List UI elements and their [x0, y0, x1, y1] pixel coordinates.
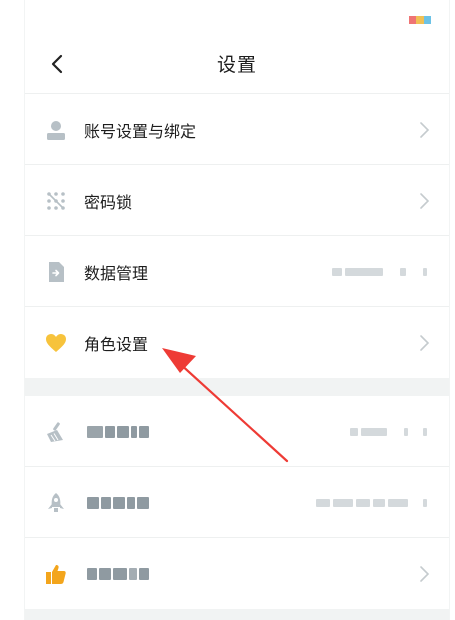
chevron-right-icon: [420, 121, 430, 138]
redacted-value: [316, 498, 427, 508]
document-icon: [45, 261, 67, 283]
page-title: 设置: [216, 54, 257, 76]
section-separator: [25, 609, 449, 620]
redacted-value: [332, 267, 427, 277]
thumbs-up-icon: [45, 563, 67, 585]
section-separator: [25, 378, 449, 396]
broom-icon: [45, 421, 67, 443]
settings-item-label: 账号设置与绑定: [84, 121, 197, 141]
redacted-label: [87, 425, 149, 438]
settings-item-password-lock[interactable]: 密码锁: [25, 165, 449, 236]
rocket-icon: [45, 492, 67, 514]
settings-item-label: 角色设置: [84, 334, 149, 354]
settings-item-redacted[interactable]: [25, 538, 449, 609]
settings-panel: 设置 账号设置与绑定 密码锁 数据管理 角色设置: [24, 0, 450, 620]
dots-grid-icon: [45, 190, 67, 212]
settings-item-role-settings[interactable]: 角色设置: [25, 307, 449, 378]
settings-item-data-management[interactable]: 数据管理: [25, 236, 449, 307]
settings-item-label: 密码锁: [84, 192, 133, 212]
status-indicator-icon: [409, 16, 431, 24]
user-icon: [45, 119, 67, 141]
redacted-label: [87, 496, 149, 509]
redacted-label: [87, 567, 149, 580]
chevron-right-icon: [420, 192, 430, 209]
settings-item-label: 数据管理: [84, 263, 149, 283]
heart-icon: [45, 332, 67, 354]
settings-item-redacted[interactable]: [25, 467, 449, 538]
settings-item-account[interactable]: 账号设置与绑定: [25, 94, 449, 165]
chevron-right-icon: [420, 565, 430, 582]
redacted-value: [350, 427, 427, 437]
chevron-right-icon: [420, 334, 430, 351]
settings-item-redacted[interactable]: [25, 396, 449, 467]
